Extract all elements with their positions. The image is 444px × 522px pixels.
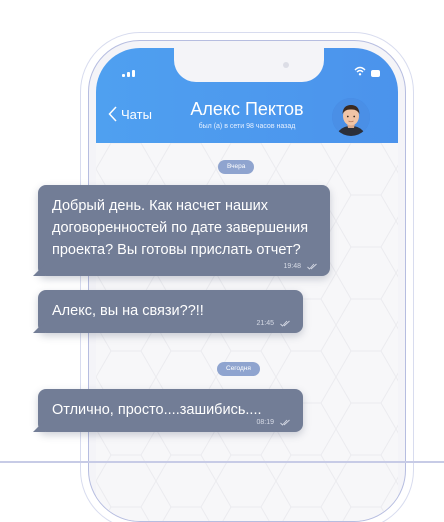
message-bubble[interactable]: Добрый день. Как насчет наших договоренн… (33, 185, 330, 276)
read-check-icon (307, 263, 317, 270)
message-text: Отлично, просто....зашибись.... (52, 402, 262, 418)
message-text: Алекс, вы на связи??!! (52, 303, 204, 319)
message-time: 19:48 (283, 263, 301, 270)
battery-icon (371, 70, 380, 77)
avatar[interactable] (332, 98, 370, 136)
signal-icon (122, 70, 135, 77)
phone-frame: Чаты Алекс Пектов был (а) в сети 98 часо… (88, 40, 406, 522)
date-divider-yesterday: Вчера (218, 160, 255, 174)
message-text: Добрый день. Как насчет наших договоренн… (52, 198, 309, 258)
read-check-icon (280, 320, 290, 327)
message-bubble[interactable]: Отлично, просто....зашибись.... 08:19 (33, 389, 303, 432)
date-divider-today: Сегодня (217, 362, 260, 376)
read-check-icon (280, 419, 290, 426)
chat-screen: Чаты Алекс Пектов был (а) в сети 98 часо… (96, 48, 398, 521)
wifi-icon (354, 66, 366, 76)
message-time: 08:19 (256, 419, 274, 426)
divider (0, 461, 444, 463)
message-bubble[interactable]: Алекс, вы на связи??!! 21:45 (33, 290, 303, 333)
chat-header: Чаты Алекс Пектов был (а) в сети 98 часо… (96, 48, 398, 143)
phone-notch (174, 48, 324, 82)
message-time: 21:45 (256, 320, 274, 327)
